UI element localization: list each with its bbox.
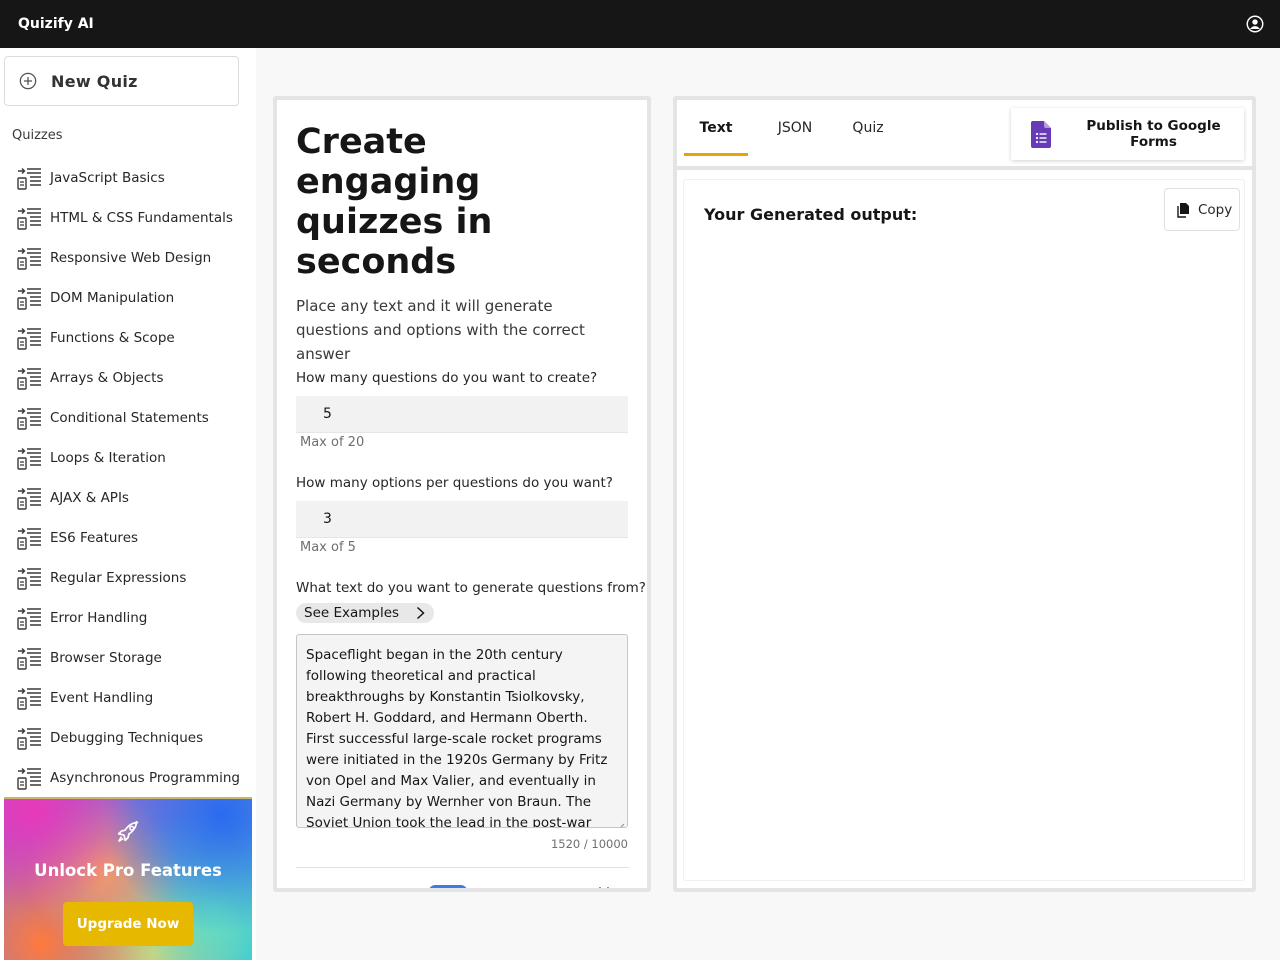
pro-promo-card: Unlock Pro Features Upgrade Now — [4, 797, 252, 960]
quiz-list-icon — [16, 365, 44, 391]
sidebar-quiz-label: Debugging Techniques — [50, 730, 204, 746]
questions-count-label: How many questions do you want to create… — [296, 370, 598, 386]
toggle-switch[interactable] — [429, 885, 467, 888]
resize-handle-icon[interactable] — [617, 817, 625, 827]
quiz-list-icon — [16, 685, 44, 711]
copy-button[interactable]: Copy — [1164, 188, 1240, 231]
page-heading: Create engaging quizzes in seconds — [296, 122, 493, 282]
top-bar: Quizify AI — [0, 0, 1280, 48]
promo-title: Unlock Pro Features — [34, 861, 222, 880]
user-avatar-icon[interactable] — [1246, 15, 1264, 33]
add-circle-icon — [19, 72, 37, 90]
quiz-list-icon — [16, 245, 44, 271]
app-brand[interactable]: Quizify AI — [18, 16, 94, 32]
publish-google-forms-button[interactable]: Publish to Google Forms — [1011, 108, 1244, 160]
active-tab-indicator — [684, 153, 748, 156]
sidebar-quiz-label: Loops & Iteration — [50, 450, 166, 466]
character-counter: 1520 / 10000 — [550, 837, 628, 851]
sidebar-quiz-label: Error Handling — [50, 610, 148, 626]
quiz-list-icon — [16, 325, 44, 351]
sidebar-quiz-label: DOM Manipulation — [50, 290, 175, 306]
questions-count-helper: Max of 20 — [300, 435, 365, 450]
section-divider — [296, 867, 629, 868]
chevron-right-icon — [413, 606, 427, 620]
sidebar-quiz-label: Arrays & Objects — [50, 370, 164, 386]
sidebar-quiz-label: Conditional Statements — [50, 410, 209, 426]
see-examples-label: See Examples — [304, 605, 400, 621]
quiz-list-icon — [16, 525, 44, 551]
tab-quiz[interactable]: Quiz — [842, 100, 894, 156]
sidebar-quiz-item[interactable]: HTML & CSS Fundamentals — [0, 198, 256, 238]
copy-icon — [1175, 202, 1191, 218]
source-text-label: What text do you want to generate questi… — [296, 580, 646, 596]
quiz-list-icon — [16, 485, 44, 511]
quiz-form-panel: Create engaging quizzes in seconds Place… — [273, 96, 651, 892]
options-count-helper: Max of 5 — [300, 540, 356, 555]
sidebar-quiz-label: HTML & CSS Fundamentals — [50, 210, 233, 226]
tab-text[interactable]: Text — [684, 100, 748, 156]
sidebar-quiz-label: Responsive Web Design — [50, 250, 212, 266]
output-tabs: Text JSON Quiz Publish to Google Forms — [677, 100, 1252, 170]
sidebar-quiz-item[interactable]: Responsive Web Design — [0, 238, 256, 278]
google-forms-icon — [1031, 120, 1051, 148]
generated-output-area: Your Generated output: Copy — [684, 180, 1244, 880]
tab-quiz-label: Quiz — [852, 120, 884, 136]
quiz-list-icon — [16, 565, 44, 591]
options-count-label: How many options per questions do you wa… — [296, 475, 613, 491]
sidebar-quiz-item[interactable]: Browser Storage — [0, 638, 256, 678]
new-quiz-button[interactable]: New Quiz — [4, 56, 239, 106]
quiz-list-icon — [16, 725, 44, 751]
sidebar-quiz-item[interactable]: Regular Expressions — [0, 558, 256, 598]
output-title: Your Generated output: — [704, 205, 918, 224]
quiz-list-icon — [16, 605, 44, 631]
sidebar-quiz-label: Event Handling — [50, 690, 154, 706]
sidebar-quiz-label: JavaScript Basics — [50, 170, 165, 186]
sidebar-quiz-item[interactable]: Functions & Scope — [0, 318, 256, 358]
quiz-list-icon — [16, 445, 44, 471]
tab-json[interactable]: JSON — [764, 100, 826, 156]
quiz-list-icon — [16, 645, 44, 671]
see-examples-button[interactable]: See Examples — [296, 603, 434, 623]
sidebar-quiz-label: Browser Storage — [50, 650, 162, 666]
publish-label: Publish to Google Forms — [1086, 118, 1221, 150]
quizzes-section-title: Quizzes — [12, 128, 63, 143]
sidebar-quiz-item[interactable]: DOM Manipulation — [0, 278, 256, 318]
questions-count-input[interactable] — [296, 396, 628, 433]
sidebar-quiz-item[interactable]: Error Handling — [0, 598, 256, 638]
rocket-icon — [113, 817, 143, 847]
sidebar-quiz-item[interactable]: Arrays & Objects — [0, 358, 256, 398]
copy-label: Copy — [1198, 201, 1233, 218]
sidebar: New Quiz Quizzes JavaScript Basics HTML &… — [0, 48, 256, 960]
sidebar-quiz-label: Functions & Scope — [50, 330, 175, 346]
sidebar-quiz-item[interactable]: JavaScript Basics — [0, 158, 256, 198]
sidebar-quiz-item[interactable]: Debugging Techniques — [0, 718, 256, 758]
sidebar-quiz-label: AJAX & APIs — [50, 490, 129, 506]
sidebar-quiz-item[interactable]: AJAX & APIs — [0, 478, 256, 518]
chevron-down-icon[interactable] — [598, 884, 610, 888]
quiz-list-icon — [16, 165, 44, 191]
sidebar-quiz-item[interactable]: Loops & Iteration — [0, 438, 256, 478]
sidebar-quiz-label: ES6 Features — [50, 530, 139, 546]
page-subheading: Place any text and it will generate ques… — [296, 297, 585, 363]
options-count-input[interactable] — [296, 501, 628, 538]
source-text-content: Spaceflight began in the 20th century fo… — [306, 647, 608, 828]
sidebar-quiz-label: Regular Expressions — [50, 570, 187, 586]
quiz-list-icon — [16, 765, 44, 791]
new-quiz-label: New Quiz — [51, 71, 138, 91]
sidebar-quiz-item[interactable]: Asynchronous Programming — [0, 758, 256, 798]
quiz-list-icon — [16, 405, 44, 431]
tab-json-label: JSON — [777, 120, 813, 136]
sidebar-quiz-item[interactable]: Conditional Statements — [0, 398, 256, 438]
quiz-list-icon — [16, 205, 44, 231]
quiz-list: JavaScript Basics HTML & CSS Fundamentals… — [0, 158, 256, 798]
quiz-list-icon — [16, 285, 44, 311]
upgrade-now-button[interactable]: Upgrade Now — [63, 902, 193, 946]
sidebar-quiz-item[interactable]: ES6 Features — [0, 518, 256, 558]
source-text-area[interactable]: Spaceflight began in the 20th century fo… — [296, 634, 628, 828]
output-panel: Text JSON Quiz Publish to Google Forms Y… — [673, 96, 1256, 892]
tab-text-label: Text — [699, 120, 733, 136]
sidebar-quiz-item[interactable]: Event Handling — [0, 678, 256, 718]
sidebar-quiz-label: Asynchronous Programming — [50, 770, 240, 786]
